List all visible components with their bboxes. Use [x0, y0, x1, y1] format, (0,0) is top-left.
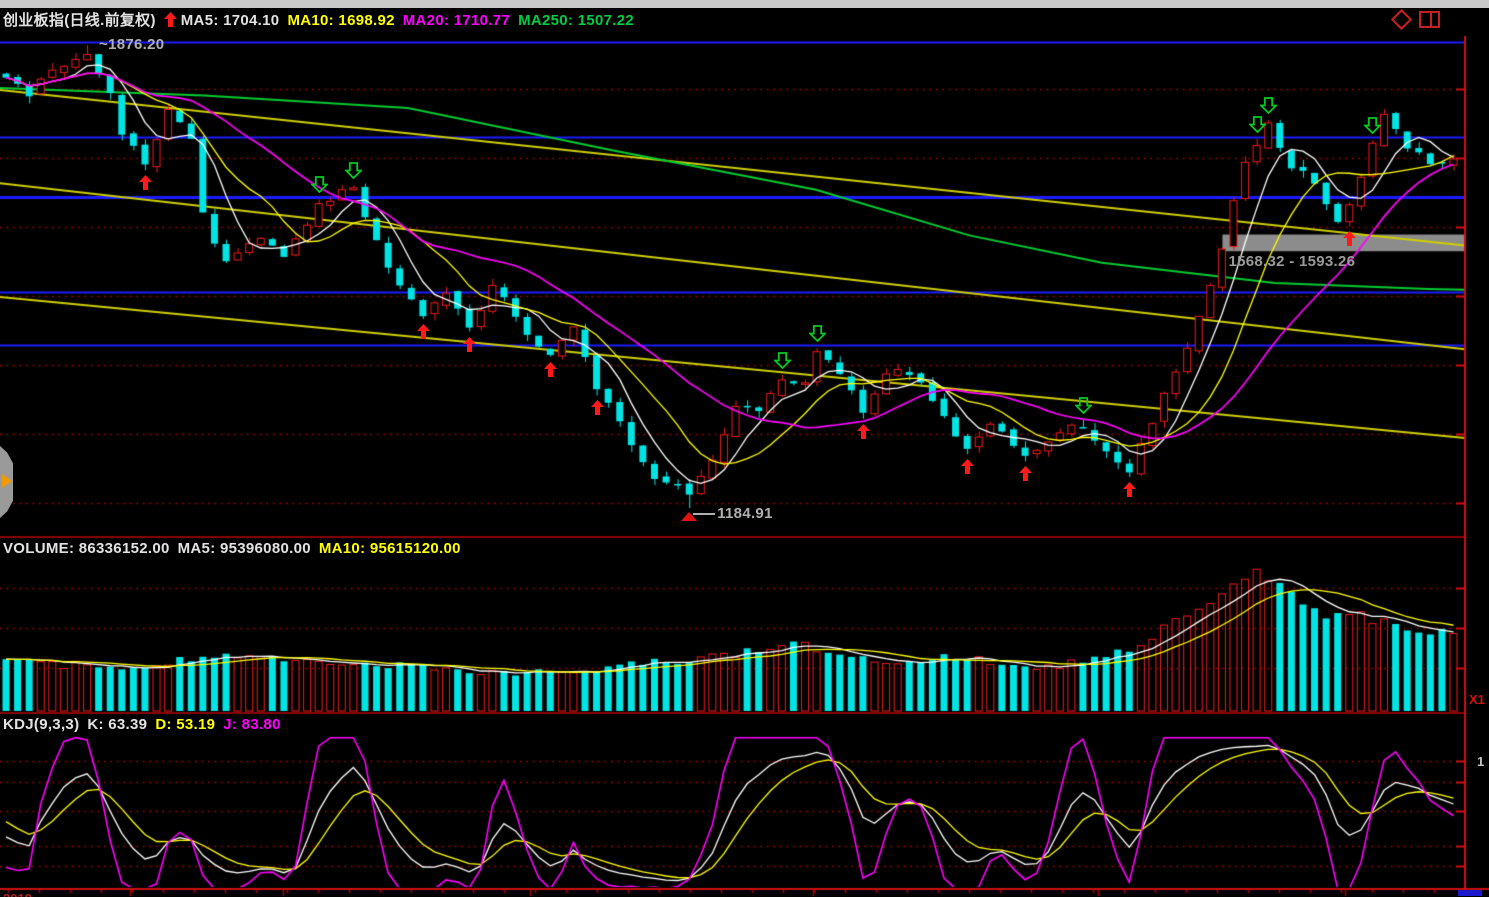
- vol-ma10-value: 95615120.00: [370, 540, 461, 557]
- buy-signal-icon: [417, 324, 430, 339]
- buy-signal-icon: [857, 424, 870, 439]
- buy-signal-icon: [139, 175, 152, 190]
- high-price-label: ~1876.20: [99, 36, 164, 53]
- sell-signal-icon: [345, 162, 362, 179]
- vol-ma10-label: MA10:: [319, 540, 366, 557]
- buy-signal-icon: [544, 362, 557, 377]
- symbol-title: 创业板指(日线.前复权): [3, 12, 156, 29]
- split-window-icon[interactable]: [1419, 11, 1440, 28]
- sell-signal-icon: [1364, 117, 1381, 134]
- buy-signal-icon: [1019, 466, 1032, 481]
- kdj-axis-partial-label: 1: [1477, 754, 1484, 769]
- up-arrow-icon: [164, 12, 177, 31]
- chart-canvas[interactable]: [0, 0, 1489, 897]
- volume-value: 86336152.00: [79, 540, 170, 557]
- sell-signal-icon: [1249, 116, 1266, 133]
- expand-arrow-icon: [2, 474, 12, 488]
- low-price-label: 1184.91: [717, 505, 773, 522]
- sell-signal-icon: [311, 176, 328, 193]
- sell-signal-icon: [774, 352, 791, 369]
- kdj-j-label: J:: [223, 716, 237, 733]
- ma5-value: 1704.10: [223, 12, 279, 29]
- ma20-label: MA20:: [403, 12, 450, 29]
- kdj-k-label: K:: [87, 716, 103, 733]
- kdj-k-value: 63.39: [108, 716, 147, 733]
- ma5-label: MA5:: [181, 12, 219, 29]
- kdj-j-value: 83.80: [242, 716, 281, 733]
- sell-signal-icon: [1260, 97, 1277, 114]
- vol-ma5-value: 95396080.00: [220, 540, 311, 557]
- titlebar-tools: [1394, 11, 1440, 28]
- main-chart-header: 创业板指(日线.前复权) MA5: 1704.10 MA10: 1698.92 MA2…: [3, 9, 634, 31]
- bottom-axis-year-label: 2019: [3, 891, 32, 897]
- buy-signal-icon: [591, 400, 604, 415]
- kdj-d-label: D:: [155, 716, 171, 733]
- ma250-label: MA250:: [518, 12, 573, 29]
- buy-signal-icon: [463, 337, 476, 352]
- buy-signal-icon: [1123, 482, 1136, 497]
- volume-label: VOLUME:: [3, 540, 74, 557]
- window-top-strip: [0, 0, 1489, 8]
- sell-signal-icon: [809, 325, 826, 342]
- kdj-header: KDJ(9,3,3) K: 63.39 D: 53.19 J: 83.80: [3, 716, 281, 733]
- stock-chart-window: 创业板指(日线.前复权) MA5: 1704.10 MA10: 1698.92 MA2…: [0, 0, 1489, 897]
- gap-band-label: 1568.32 - 1593.26: [1228, 253, 1355, 270]
- low-marker-line: [693, 513, 715, 515]
- ma10-label: MA10:: [287, 12, 334, 29]
- sell-signal-icon: [1075, 397, 1092, 414]
- bottom-corner-scroll-fragment: [1458, 890, 1482, 896]
- volume-header: VOLUME: 86336152.00 MA5: 95396080.00 MA10:…: [3, 540, 461, 557]
- buy-signal-icon: [1343, 231, 1356, 246]
- kdj-name: KDJ(9,3,3): [3, 716, 79, 733]
- vol-ma5-label: MA5:: [178, 540, 216, 557]
- kdj-d-value: 53.19: [176, 716, 215, 733]
- ma20-value: 1710.77: [454, 12, 510, 29]
- diamond-icon[interactable]: [1391, 9, 1412, 30]
- ma10-value: 1698.92: [338, 12, 394, 29]
- buy-signal-icon: [961, 459, 974, 474]
- ma250-value: 1507.22: [578, 12, 634, 29]
- right-axis-x1-label: X1: [1469, 692, 1485, 707]
